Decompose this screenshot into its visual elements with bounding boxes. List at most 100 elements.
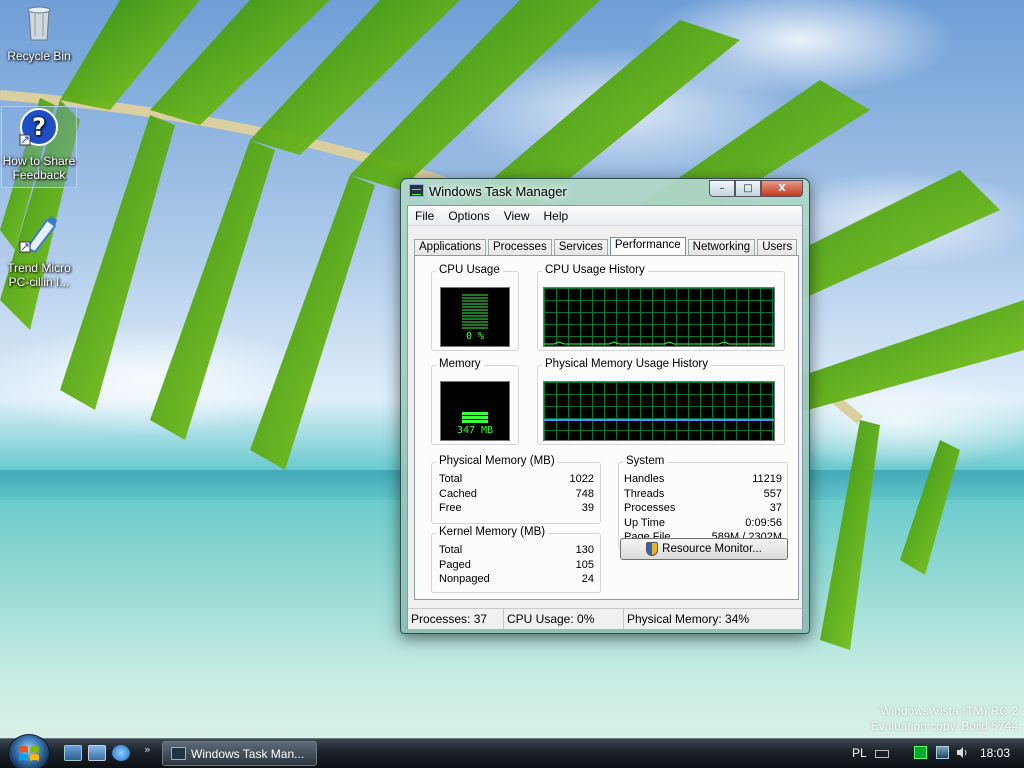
table-row: Paged 105 (439, 558, 594, 573)
menu-bar: File Options View Help (408, 206, 802, 226)
kernel-memory-label: Kernel Memory (MB) (436, 526, 549, 538)
window-client-area: File Options View Help Applications Proc… (407, 205, 803, 629)
trend-micro-icon (19, 216, 57, 254)
desktop-icon-trend-micro[interactable]: Trend Micro PC-cillin I... (1, 214, 77, 294)
memory-group: Memory 347 MB (431, 358, 519, 445)
desktop-icon-label: Recycle Bin (7, 49, 71, 63)
status-processes: Processes: 37 (408, 609, 504, 629)
show-desktop-icon[interactable] (64, 745, 82, 761)
memory-history-group: Physical Memory Usage History (537, 358, 785, 445)
svg-text:?: ? (32, 113, 46, 141)
taskbar-button-label: Windows Task Man... (191, 747, 305, 761)
table-row: Nonpaged 24 (439, 572, 594, 587)
row-name: Threads (624, 487, 665, 500)
start-button[interactable] (8, 734, 50, 768)
keyboard-icon[interactable] (875, 750, 889, 758)
build-watermark: Windows Vista (TM) RC 2 Evaluation copy.… (871, 704, 1018, 734)
speaker-glyph (957, 747, 967, 758)
memory-label: Memory (436, 358, 484, 370)
row-value: 748 (575, 487, 594, 500)
row-name: Nonpaged (439, 573, 490, 585)
menu-help[interactable]: Help (537, 206, 576, 225)
cpu-usage-group: CPU Usage 0 % (431, 264, 519, 351)
taskbar-button-task-manager[interactable]: Windows Task Man... (162, 741, 317, 766)
cpu-usage-bars (462, 294, 488, 330)
kernel-memory-table: Total 130 Paged 105 Nonpaged 24 (439, 543, 594, 587)
row-value: 11219 (752, 473, 782, 485)
row-name: Handles (624, 473, 665, 485)
close-button[interactable]: X (761, 180, 803, 197)
maximize-button[interactable]: □ (735, 180, 761, 197)
help-question-icon: ? (19, 108, 58, 146)
watermark-line: Windows Vista (TM) RC 2 (880, 704, 1018, 718)
table-row: Handles 11219 (624, 472, 782, 487)
tab-services[interactable]: Services (553, 239, 608, 256)
system-table: Handles 11219 Threads 557 Processes 37 Up T… (624, 472, 782, 545)
table-row: Up Time 0:09:56 (624, 516, 782, 531)
volume-icon[interactable] (956, 746, 969, 759)
row-name: Free (439, 502, 462, 514)
row-name: Total (439, 544, 463, 556)
watermark-line: Evaluation copy. Build 5744 (870, 719, 1018, 733)
status-bar: Processes: 37 CPU Usage: 0% Physical Mem… (408, 608, 802, 629)
menu-view[interactable]: View (497, 206, 537, 225)
tab-applications[interactable]: Applications (414, 239, 487, 256)
cpu-usage-value: 0 % (465, 331, 485, 342)
switch-windows-icon[interactable] (88, 745, 106, 761)
tab-processes[interactable]: Processes (488, 239, 552, 256)
minimize-button[interactable]: – (709, 180, 735, 197)
table-row: Free 39 (439, 501, 594, 516)
desktop-icon-label: Trend Micro PC-cillin I... (7, 261, 71, 289)
row-value: 557 (763, 487, 782, 500)
uac-shield-icon (646, 542, 659, 556)
row-value: 37 (769, 502, 782, 514)
table-row: Total 130 (439, 543, 594, 558)
network-icon[interactable] (936, 746, 949, 759)
windows-logo-icon (19, 746, 39, 761)
performance-panel: CPU Usage 0 % CPU Usage History Memory 3… (414, 255, 799, 600)
row-name: Cached (439, 487, 477, 500)
desktop-icon-how-to-share-feedback[interactable]: ? How to Share Feedback (1, 106, 77, 188)
row-name: Total (439, 473, 463, 485)
physical-memory-label: Physical Memory (MB) (436, 455, 558, 467)
title-bar[interactable]: Windows Task Manager – □ X (401, 179, 809, 203)
table-row: Cached 748 (439, 487, 594, 502)
quick-launch-chevron-icon[interactable]: » (144, 743, 151, 756)
cpu-history-group: CPU Usage History (537, 264, 785, 351)
system-label: System (623, 455, 668, 467)
status-physical-memory: Physical Memory: 34% (627, 612, 750, 626)
tab-networking[interactable]: Networking (687, 239, 756, 256)
physical-memory-group: Physical Memory (MB) Total 1022 Cached 748… (431, 455, 601, 524)
language-indicator[interactable]: PL (852, 746, 867, 760)
tab-users[interactable]: Users (757, 239, 798, 256)
recycle-bin-icon (27, 6, 51, 41)
menu-file[interactable]: File (408, 206, 441, 225)
memory-bars (462, 412, 488, 424)
system-tray: PL 18:03 (839, 739, 1024, 768)
physical-memory-table: Total 1022 Cached 748 Free 39 (439, 472, 594, 516)
table-row: Processes 37 (624, 501, 782, 516)
row-value: 1022 (569, 473, 594, 485)
desktop-icon-label: How to Share Feedback (2, 154, 76, 182)
resource-monitor-label: Resource Monitor... (662, 543, 762, 555)
menu-options[interactable]: Options (441, 206, 496, 225)
tab-strip: Applications Processes Services Performa… (414, 236, 799, 257)
desktop-icon-recycle-bin[interactable]: Recycle Bin (1, 2, 77, 72)
cpu-history-label: CPU Usage History (542, 264, 648, 276)
table-row: Total 1022 (439, 472, 594, 487)
task-manager-window[interactable]: Windows Task Manager – □ X File Options … (400, 178, 810, 634)
task-manager-tray-icon[interactable] (914, 746, 927, 759)
taskbar: » Windows Task Man... PL 18:03 (0, 734, 1024, 768)
table-row: Threads 557 (624, 487, 782, 502)
row-value: 0:09:56 (745, 516, 782, 529)
resource-monitor-button[interactable]: Resource Monitor... (620, 538, 788, 560)
row-value: 39 (581, 502, 594, 514)
tab-performance[interactable]: Performance (609, 237, 686, 257)
clock[interactable]: 18:03 (980, 746, 1010, 760)
memory-history-label: Physical Memory Usage History (542, 358, 711, 370)
status-cpu-usage: CPU Usage: 0% (504, 609, 624, 629)
task-manager-icon (171, 747, 186, 760)
memory-value: 347 MB (456, 425, 494, 436)
cpu-history-graph (543, 287, 775, 347)
internet-explorer-icon[interactable] (112, 745, 130, 761)
